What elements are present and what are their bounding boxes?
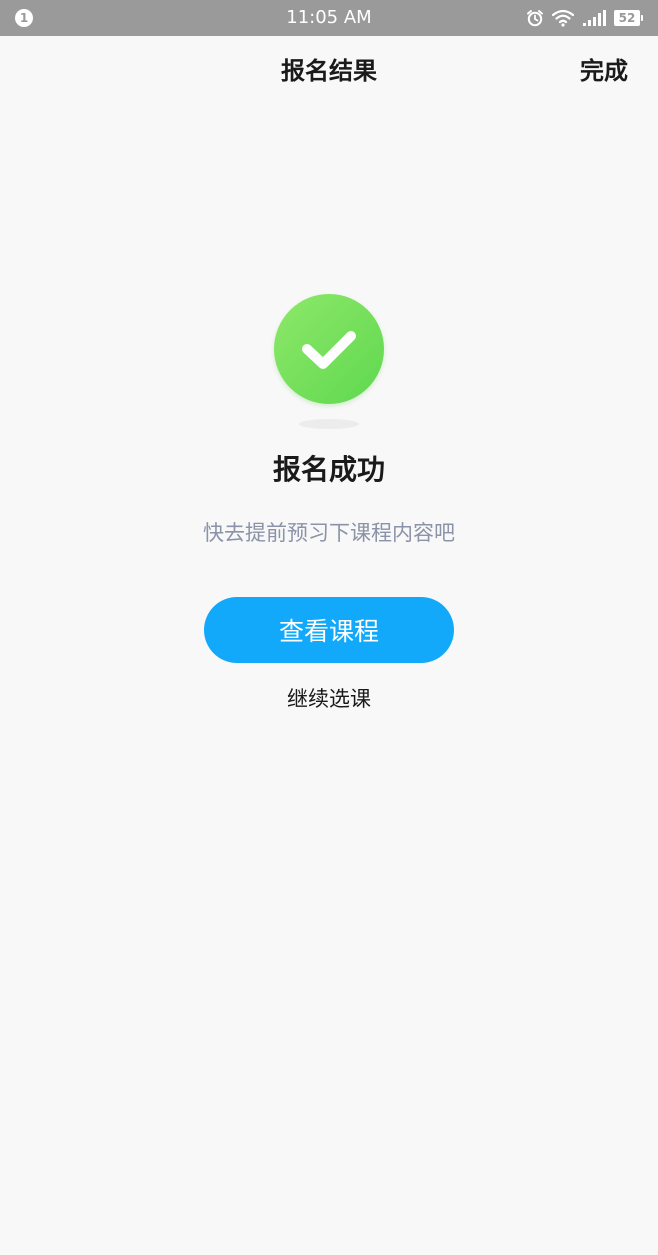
done-button[interactable]: 完成 (580, 56, 628, 86)
result-subtitle: 快去提前预习下课程内容吧 (203, 521, 455, 545)
page-title: 报名结果 (281, 57, 377, 85)
nav-bar: 报名结果 完成 (0, 36, 658, 106)
icon-shadow (299, 419, 359, 429)
view-course-button[interactable]: 查看课程 (204, 597, 454, 663)
wifi-icon (552, 9, 574, 27)
signal-icon (582, 9, 606, 27)
result-title: 报名成功 (272, 453, 385, 486)
status-icons: 52 (526, 7, 643, 29)
status-bar: 1 11:05 AM 52 (0, 0, 658, 36)
battery-icon: 52 (614, 10, 643, 26)
alarm-icon (526, 9, 544, 27)
check-circle-icon (274, 294, 384, 404)
continue-selecting-link[interactable]: 继续选课 (0, 685, 658, 713)
